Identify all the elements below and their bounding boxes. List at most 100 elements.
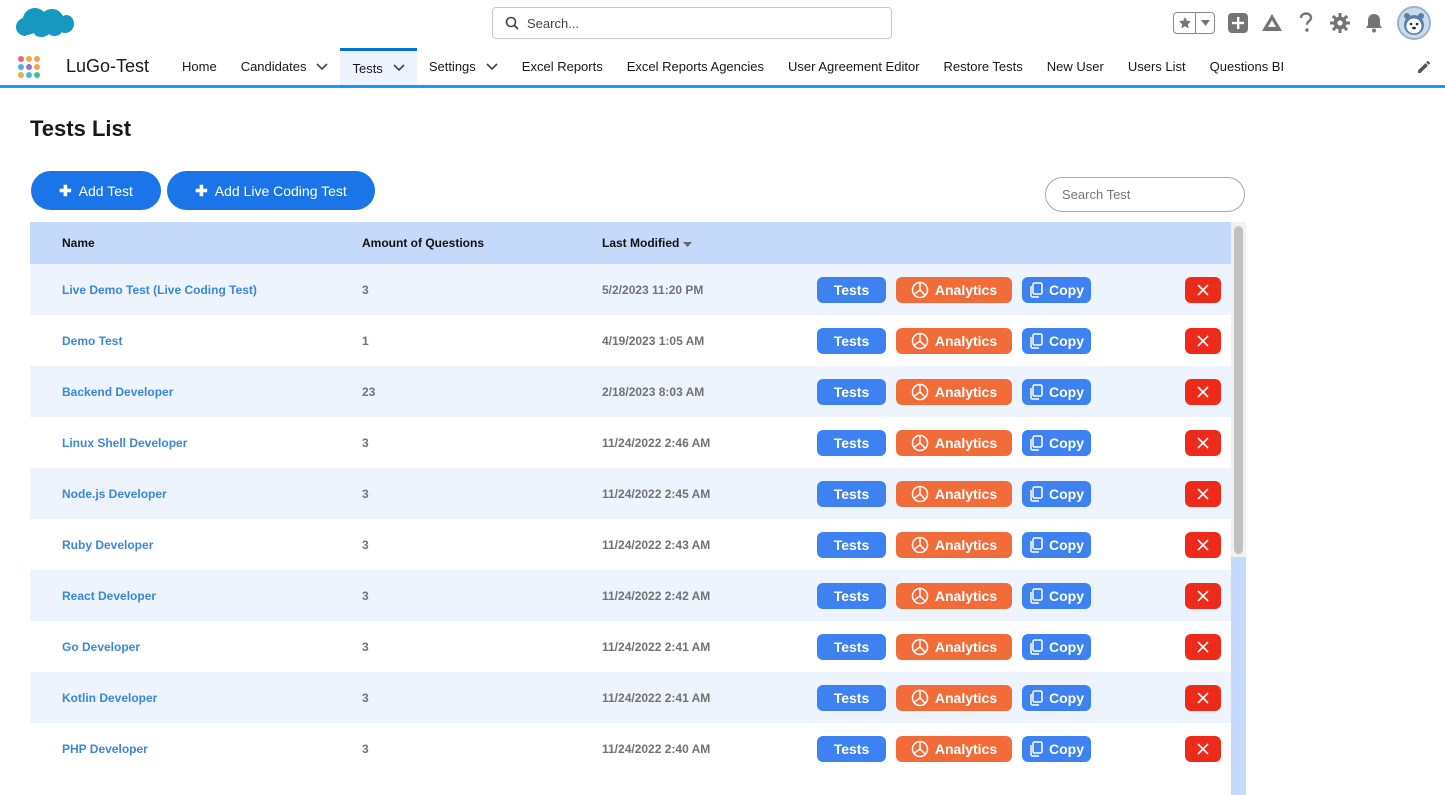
gear-icon[interactable] [1329,12,1351,34]
delete-button[interactable] [1185,583,1221,609]
delete-button[interactable] [1185,328,1221,354]
test-name-link[interactable]: Kotlin Developer [62,672,157,723]
table-row: Kotlin Developer 3 11/24/2022 2:41 AM Tests… [30,672,1246,723]
tests-button[interactable]: Tests [817,379,886,405]
copy-button[interactable]: Copy [1022,430,1091,456]
nav-tab-candidates[interactable]: Candidates [229,48,341,85]
copy-icon [1029,333,1049,349]
copy-button[interactable]: Copy [1022,736,1091,762]
analytics-button[interactable]: Analytics [896,532,1012,558]
nav-tab-users-list[interactable]: Users List [1116,48,1198,85]
analytics-button[interactable]: Analytics [896,685,1012,711]
copy-button[interactable]: Copy [1022,277,1091,303]
last-modified-date: 11/24/2022 2:42 AM [602,588,711,603]
nav-tab-settings[interactable]: Settings [417,48,510,85]
tests-button-label: Tests [833,639,870,655]
column-header-amount[interactable]: Amount of Questions [362,222,484,264]
copy-button[interactable]: Copy [1022,583,1091,609]
tests-button[interactable]: Tests [817,481,886,507]
tests-button[interactable]: Tests [817,277,886,303]
nav-tab-excel-reports[interactable]: Excel Reports [510,48,615,85]
nav-tab-home[interactable]: Home [170,48,229,85]
nav-tab-restore-tests[interactable]: Restore Tests [932,48,1035,85]
global-search-input[interactable]: Search... [492,7,892,39]
copy-button-label: Copy [1049,537,1084,553]
app-launcher-button[interactable] [0,48,58,85]
analytics-button[interactable]: Analytics [896,277,1012,303]
tests-button[interactable]: Tests [817,583,886,609]
analytics-button[interactable]: Analytics [896,583,1012,609]
edit-nav-pencil-icon[interactable] [1417,60,1431,79]
add-icon[interactable] [1227,12,1249,34]
favorites-group[interactable] [1173,12,1215,34]
column-header-name[interactable]: Name [62,222,95,264]
delete-button[interactable] [1185,379,1221,405]
tests-button[interactable]: Tests [817,736,886,762]
delete-button[interactable] [1185,736,1221,762]
test-name-link[interactable]: Live Demo Test (Live Coding Test) [62,264,257,315]
tests-button[interactable]: Tests [817,634,886,660]
analytics-button-label: Analytics [934,639,998,655]
search-test-input[interactable] [1045,177,1245,212]
tests-button[interactable]: Tests [817,685,886,711]
test-name-link[interactable]: Backend Developer [62,366,173,417]
analytics-button[interactable]: Analytics [896,328,1012,354]
analytics-chart-icon [911,383,935,401]
add-live-coding-test-label: Add Live Coding Test [214,182,347,199]
copy-button[interactable]: Copy [1022,532,1091,558]
test-name-link[interactable]: Linux Shell Developer [62,417,187,468]
copy-button[interactable]: Copy [1022,481,1091,507]
tests-button-label: Tests [833,588,870,604]
scrollbar-thumb[interactable] [1234,226,1243,554]
nav-tab-questions-bi[interactable]: Questions BI [1198,48,1296,85]
tests-button[interactable]: Tests [817,328,886,354]
analytics-button[interactable]: Analytics [896,736,1012,762]
analytics-button[interactable]: Analytics [896,379,1012,405]
analytics-button[interactable]: Analytics [896,430,1012,456]
nav-tab-tests[interactable]: Tests [340,48,417,85]
test-name-link[interactable]: Go Developer [62,621,140,672]
delete-button[interactable] [1185,277,1221,303]
chevron-down-icon[interactable] [486,62,498,71]
delete-button[interactable] [1185,532,1221,558]
test-name-link[interactable]: React Developer [62,570,156,621]
test-name-link[interactable]: Ruby Developer [62,519,153,570]
question-amount: 23 [362,384,376,399]
nav-tab-excel-reports-agencies[interactable]: Excel Reports Agencies [615,48,776,85]
analytics-button[interactable]: Analytics [896,481,1012,507]
nav-tab-user-agreement-editor[interactable]: User Agreement Editor [776,48,932,85]
add-test-button[interactable]: ✚ Add Test [31,171,161,210]
star-icon[interactable] [1174,13,1196,33]
delete-button[interactable] [1185,481,1221,507]
delete-button[interactable] [1185,430,1221,456]
column-header-last-modified[interactable]: Last Modified [602,222,693,264]
test-name-link[interactable]: PHP Developer [62,723,148,774]
last-modified-date: 2/18/2023 8:03 AM [602,384,705,399]
delete-button[interactable] [1185,634,1221,660]
user-avatar[interactable] [1397,6,1431,40]
test-name-link[interactable]: Demo Test [62,315,122,366]
favorites-dropdown-icon[interactable] [1196,13,1214,33]
table-row: React Developer 3 11/24/2022 2:42 AM Tests A… [30,570,1246,621]
notifications-bell-icon[interactable] [1363,12,1385,34]
nav-tab-new-user[interactable]: New User [1035,48,1116,85]
trailhead-icon[interactable] [1261,12,1283,34]
copy-button[interactable]: Copy [1022,328,1091,354]
delete-button[interactable] [1185,685,1221,711]
table-scrollbar[interactable] [1231,222,1246,795]
tests-button[interactable]: Tests [817,430,886,456]
chevron-down-icon[interactable] [316,62,329,71]
global-search-placeholder: Search... [527,15,580,31]
salesforce-logo[interactable] [12,2,74,46]
copy-button[interactable]: Copy [1022,634,1091,660]
analytics-button-label: Analytics [934,690,998,706]
app-launcher-icon [18,55,40,78]
test-name-link[interactable]: Node.js Developer [62,468,167,519]
add-live-coding-test-button[interactable]: ✚ Add Live Coding Test [167,171,375,210]
analytics-button[interactable]: Analytics [896,634,1012,660]
copy-button[interactable]: Copy [1022,379,1091,405]
copy-button[interactable]: Copy [1022,685,1091,711]
tests-button[interactable]: Tests [817,532,886,558]
chevron-down-icon[interactable] [393,64,405,72]
help-icon[interactable] [1295,12,1317,34]
